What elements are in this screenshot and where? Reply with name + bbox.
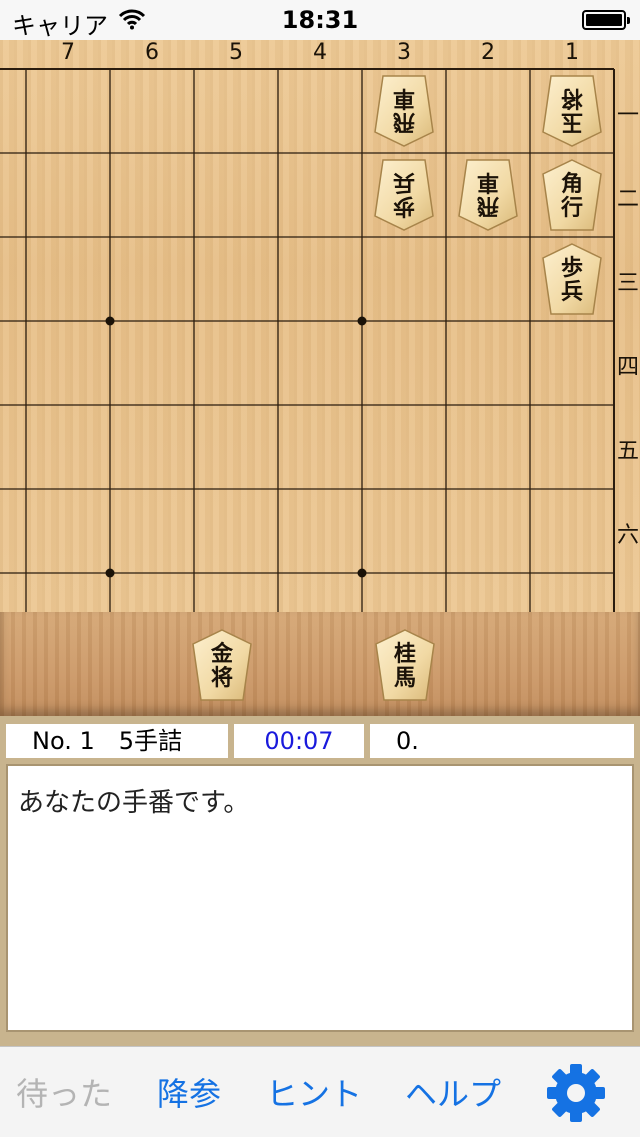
row-label: 三	[616, 271, 639, 296]
column-label: 3	[397, 40, 411, 65]
piece-label: 飛車	[477, 169, 500, 219]
piece-label: 玉将	[561, 85, 584, 135]
column-label: 4	[313, 40, 327, 65]
score-display: 0.	[370, 724, 634, 758]
piece-label: 歩兵	[393, 169, 416, 219]
shogi-piece[interactable]: 桂馬	[374, 628, 436, 702]
pieces-in-hand[interactable]: 金将 桂馬	[0, 612, 640, 716]
column-label: 7	[61, 40, 75, 65]
star-point	[105, 568, 115, 578]
row-label: 一	[616, 103, 639, 128]
shogi-piece[interactable]: 金将	[191, 628, 253, 702]
battery-icon	[582, 10, 630, 30]
shogi-piece[interactable]: 角行	[541, 158, 603, 232]
piece-label: 金将	[210, 641, 233, 691]
row-label: 四	[616, 355, 639, 380]
star-point	[105, 316, 115, 326]
star-point	[357, 316, 367, 326]
help-button[interactable]: ヘルプ	[405, 1069, 501, 1115]
status-bar: キャリア 18:31	[0, 0, 640, 40]
problem-label: No. 1 5手詰	[6, 724, 228, 758]
status-time: 18:31	[281, 6, 359, 34]
undo-button[interactable]: 待った	[16, 1069, 112, 1115]
shogi-piece[interactable]: 飛車	[457, 158, 519, 232]
timer-display: 00:07	[234, 724, 364, 758]
column-label: 1	[565, 40, 579, 65]
bottom-toolbar: 待った 降参 ヒント ヘルプ	[0, 1046, 640, 1137]
piece-label: 桂馬	[393, 641, 416, 691]
hint-button[interactable]: ヒント	[266, 1069, 362, 1115]
column-label: 2	[481, 40, 495, 65]
column-label: 6	[145, 40, 159, 65]
shogi-piece[interactable]: 歩兵	[373, 158, 435, 232]
shogi-piece[interactable]: 飛車	[373, 74, 435, 148]
star-point	[357, 568, 367, 578]
row-label: 二	[616, 187, 639, 212]
settings-gear-icon[interactable]	[546, 1063, 606, 1123]
piece-label: 角行	[560, 171, 583, 221]
message-area: あなたの手番です。	[6, 764, 634, 1032]
row-label: 六	[616, 523, 639, 548]
column-label: 5	[229, 40, 243, 65]
shogi-piece[interactable]: 玉将	[541, 74, 603, 148]
resign-button[interactable]: 降参	[157, 1069, 221, 1115]
shogi-piece[interactable]: 歩兵	[541, 242, 603, 316]
info-bar: No. 1 5手詰 00:07 0.	[0, 716, 640, 764]
piece-label: 歩兵	[560, 255, 583, 305]
piece-label: 飛車	[393, 85, 416, 135]
shogi-board[interactable]: 7654321一二三四五六飛車玉将歩兵飛車角行歩兵	[0, 40, 640, 612]
row-label: 五	[616, 439, 639, 464]
